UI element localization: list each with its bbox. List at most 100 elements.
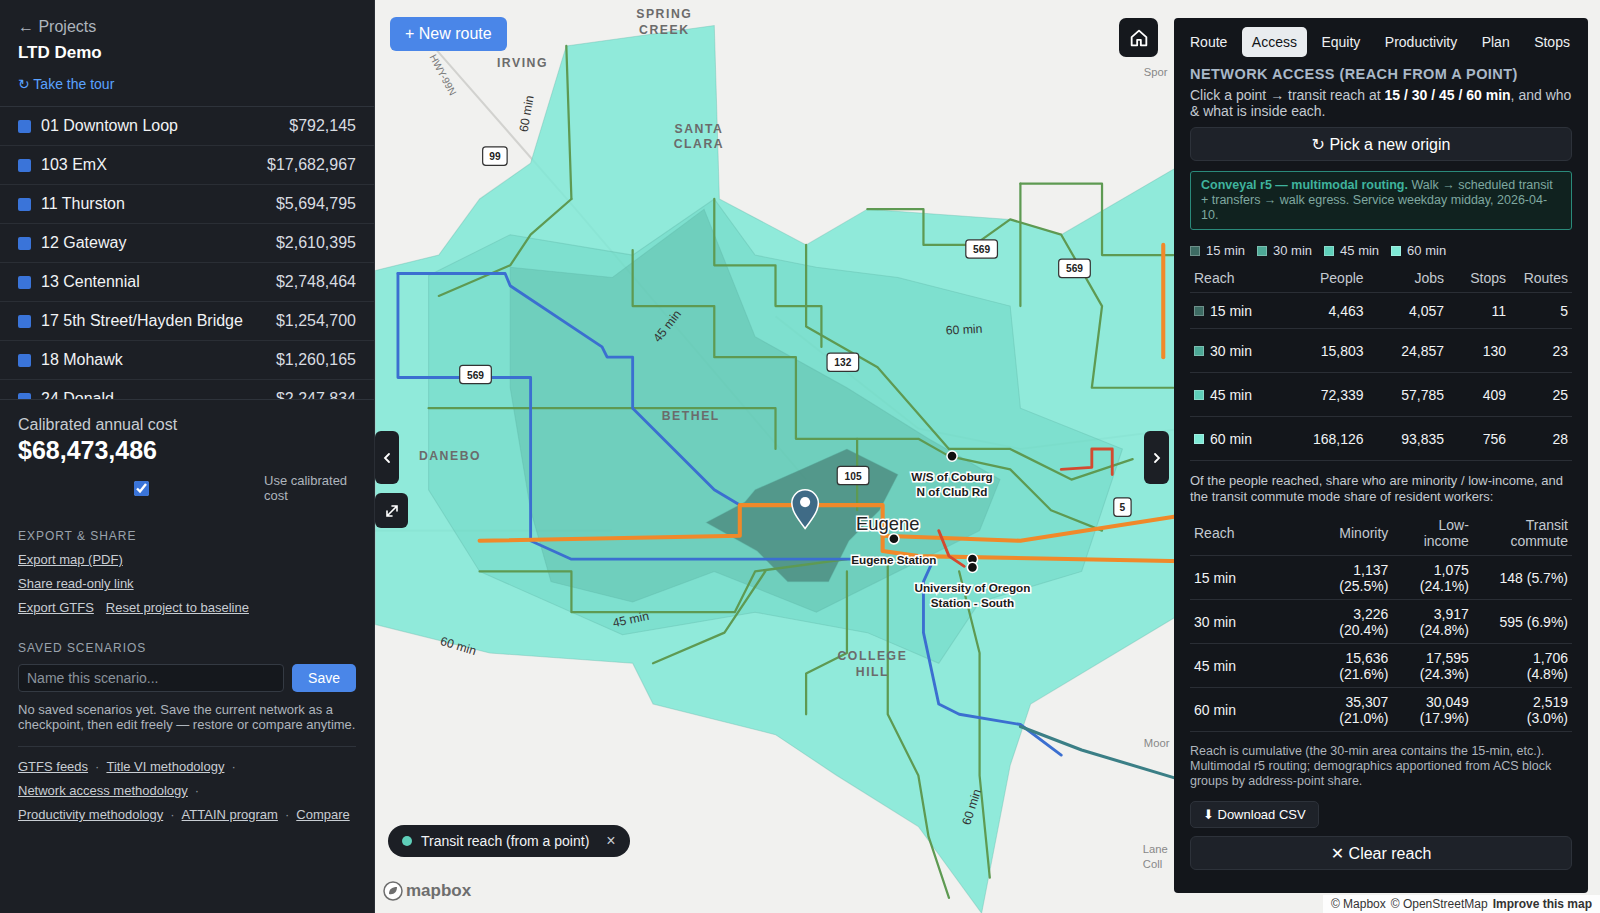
- footer-link[interactable]: GTFS feeds: [18, 759, 88, 774]
- table-cell: 756: [1448, 417, 1510, 461]
- export-link-line: Share read-only link: [18, 576, 356, 591]
- transit-route[interactable]: [480, 559, 847, 612]
- transit-route[interactable]: [1061, 449, 1112, 475]
- table-cell: 130: [1448, 329, 1510, 373]
- transit-route[interactable]: [806, 571, 847, 714]
- footer-link[interactable]: Title VI methodology: [106, 759, 224, 774]
- table-cell: 1,075(24.1%): [1392, 556, 1473, 600]
- pick-origin-button[interactable]: ↻ Pick a new origin: [1190, 127, 1572, 161]
- panel-tab[interactable]: Route: [1180, 27, 1237, 57]
- transit-route[interactable]: [939, 531, 965, 567]
- export-link[interactable]: Export map (PDF): [18, 552, 123, 567]
- transit-route[interactable]: [888, 561, 949, 898]
- panel-tab[interactable]: Equity: [1311, 27, 1370, 57]
- transit-route[interactable]: [429, 408, 776, 449]
- transit-route[interactable]: [1020, 727, 1183, 781]
- footer-link[interactable]: Network access methodology: [18, 783, 188, 798]
- save-button[interactable]: Save: [292, 664, 356, 692]
- route-row[interactable]: 24 Donald$2,247,834: [0, 380, 374, 400]
- transit-route[interactable]: [566, 46, 571, 199]
- clear-reach-button[interactable]: ✕ Clear reach: [1190, 836, 1572, 870]
- footer-link[interactable]: ATTAIN program: [182, 807, 278, 822]
- export-link[interactable]: Share read-only link: [18, 576, 134, 591]
- stop-marker[interactable]: [889, 534, 899, 544]
- column-header: People: [1283, 264, 1368, 293]
- sidebar: ← ProjectsLTD Demo↻ Take the tour01 Down…: [0, 0, 375, 913]
- highway-shield: 569: [460, 365, 492, 383]
- legend-swatch: [1257, 246, 1267, 256]
- footer-item: Productivity methodology ·: [18, 807, 182, 822]
- footer-link[interactable]: Compare: [296, 807, 349, 822]
- attribution-link[interactable]: © Mapbox: [1331, 897, 1386, 911]
- footer-separator: ·: [95, 759, 99, 774]
- transit-route[interactable]: [1161, 245, 1165, 357]
- tour-link[interactable]: ↻ Take the tour: [18, 76, 356, 92]
- attribution-link[interactable]: © OpenStreetMap: [1391, 897, 1488, 911]
- mapbox-logo[interactable]: mapbox: [383, 881, 471, 901]
- panel-tab[interactable]: Access: [1242, 27, 1307, 57]
- chip-close-button[interactable]: ×: [598, 832, 615, 850]
- transit-route[interactable]: [398, 273, 740, 505]
- transit-route[interactable]: [883, 515, 1184, 541]
- attribution-link[interactable]: Improve this map: [1493, 897, 1592, 911]
- column-header: Reach: [1190, 264, 1283, 293]
- table-row: 30 min3,226(20.4%)3,917(24.8%)595 (6.9%): [1190, 600, 1572, 644]
- new-route-button[interactable]: + New route: [390, 17, 507, 51]
- calibrated-toggle[interactable]: Use calibrated cost: [18, 473, 356, 503]
- table-cell: 3,917(24.8%): [1392, 600, 1473, 644]
- chip-dot: [402, 836, 412, 846]
- transit-route[interactable]: [480, 505, 1184, 561]
- legend-item: 30 min: [1257, 243, 1312, 258]
- transit-route[interactable]: [439, 199, 572, 296]
- reach-footnote: Reach is cumulative (the 30-min area con…: [1190, 744, 1572, 789]
- svg-text:99: 99: [489, 151, 501, 162]
- transit-route[interactable]: [1020, 184, 1173, 255]
- table-row: 15 min4,4634,057115: [1190, 293, 1572, 329]
- collapse-panel-button[interactable]: [1144, 431, 1169, 484]
- export-link[interactable]: Reset project to baseline: [106, 600, 249, 615]
- column-header: Jobs: [1368, 264, 1449, 293]
- routing-info: Conveyal r5 — multimodal routing. Walk →…: [1190, 171, 1572, 230]
- route-row[interactable]: 11 Thurston$5,694,795: [0, 185, 374, 224]
- reach-cell: 45 min: [1190, 373, 1283, 417]
- route-row[interactable]: 17 5th Street/Hayden Bridge$1,254,700: [0, 302, 374, 341]
- map-label: Moor: [1144, 737, 1170, 749]
- panel-tab[interactable]: Stops: [1524, 27, 1580, 57]
- map[interactable]: 995695695691321055SPRINGCREEKIRVINGSANTA…: [375, 0, 1600, 913]
- footer-separator: ·: [170, 807, 174, 822]
- transit-route[interactable]: [806, 245, 949, 449]
- column-header: Routes: [1510, 264, 1572, 293]
- collapse-sidebar-button[interactable]: [375, 431, 399, 484]
- route-row[interactable]: 12 Gateway$2,610,395: [0, 224, 374, 263]
- origin-pin[interactable]: [792, 490, 819, 529]
- route-row[interactable]: 01 Downtown Loop$792,145: [0, 107, 374, 146]
- home-button[interactable]: [1119, 18, 1158, 57]
- scenario-name-input[interactable]: [18, 664, 284, 692]
- map-label: Eugene Station: [851, 553, 936, 566]
- cost-value: $68,473,486: [18, 436, 356, 465]
- route-name: 103 EmX: [41, 156, 257, 174]
- transit-route[interactable]: [959, 571, 990, 877]
- route-row[interactable]: 13 Centennial$2,748,464: [0, 263, 374, 302]
- route-row[interactable]: 103 EmX$17,682,967: [0, 146, 374, 185]
- transit-route[interactable]: [653, 571, 765, 663]
- table-cell: 5: [1510, 293, 1572, 329]
- export-link[interactable]: Export GTFS: [18, 600, 94, 615]
- calibrated-checkbox[interactable]: [134, 481, 149, 496]
- footer-link[interactable]: Productivity methodology: [18, 807, 163, 822]
- footer-item: Network access methodology·: [18, 783, 206, 798]
- stop-marker[interactable]: [967, 562, 977, 572]
- transit-route[interactable]: [398, 273, 862, 559]
- isochrone-area: [510, 209, 1000, 612]
- panel-tab[interactable]: Plan: [1472, 27, 1520, 57]
- route-name: 11 Thurston: [41, 195, 266, 213]
- expand-button[interactable]: [375, 493, 408, 528]
- panel-body: NETWORK ACCESS (REACH FROM A POINT)Click…: [1174, 60, 1588, 870]
- stop-marker[interactable]: [947, 451, 957, 461]
- transit-route[interactable]: [1019, 184, 1021, 306]
- transit-route[interactable]: [633, 250, 857, 510]
- download-csv-button[interactable]: ⬇ Download CSV: [1190, 801, 1319, 828]
- panel-tab[interactable]: Productivity: [1375, 27, 1467, 57]
- projects-link[interactable]: ← Projects: [18, 18, 356, 36]
- route-row[interactable]: 18 Mohawk$1,260,165: [0, 341, 374, 380]
